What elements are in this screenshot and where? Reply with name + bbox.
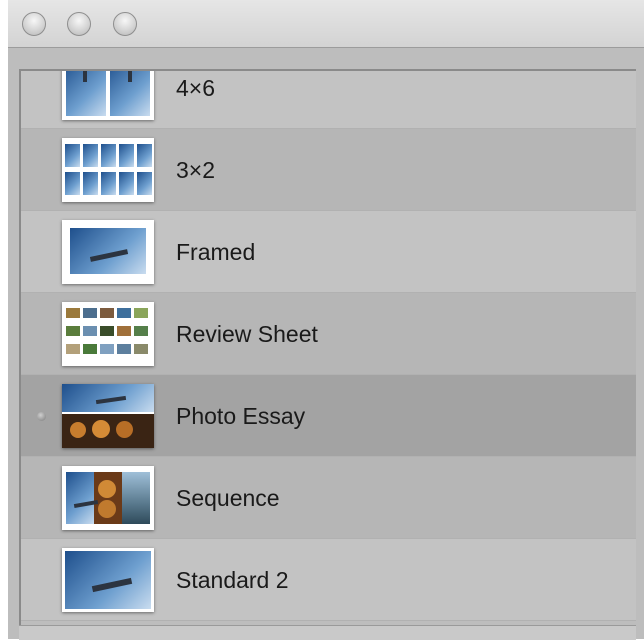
- theme-row-3x2[interactable]: 3×2: [21, 129, 636, 211]
- theme-thumbnail-3x2: [62, 138, 154, 202]
- theme-row-photo-essay[interactable]: Photo Essay: [21, 375, 636, 457]
- theme-thumbnail-4x6: [62, 71, 154, 120]
- theme-label: Standard 2: [176, 567, 289, 593]
- theme-row-standard-2[interactable]: Standard 2: [21, 539, 636, 621]
- theme-list: 4×6 3×2 Framed Review Sheet Photo Essay …: [19, 69, 636, 625]
- theme-label: Sequence: [176, 485, 280, 511]
- theme-label: 4×6: [176, 75, 216, 101]
- theme-thumbnail-standard-2: [62, 548, 154, 612]
- list-bottom-edge: [19, 625, 636, 640]
- theme-label: Framed: [176, 239, 256, 265]
- minimize-window-button[interactable]: [67, 12, 91, 36]
- theme-label: Review Sheet: [176, 321, 318, 347]
- selected-indicator-dot: [37, 412, 46, 421]
- theme-thumbnail-sequence: [62, 466, 154, 530]
- theme-thumbnail-review-sheet: [62, 302, 154, 366]
- theme-row-review-sheet[interactable]: Review Sheet: [21, 293, 636, 375]
- zoom-window-button[interactable]: [113, 12, 137, 36]
- theme-label: Photo Essay: [176, 403, 306, 429]
- theme-thumbnail-photo-essay: [62, 384, 154, 448]
- window-titlebar: [8, 0, 644, 48]
- theme-row-sequence[interactable]: Sequence: [21, 457, 636, 539]
- theme-thumbnail-framed: [62, 220, 154, 284]
- theme-row-4x6[interactable]: 4×6: [21, 71, 636, 129]
- close-window-button[interactable]: [22, 12, 46, 36]
- theme-label: 3×2: [176, 157, 216, 183]
- theme-row-framed[interactable]: Framed: [21, 211, 636, 293]
